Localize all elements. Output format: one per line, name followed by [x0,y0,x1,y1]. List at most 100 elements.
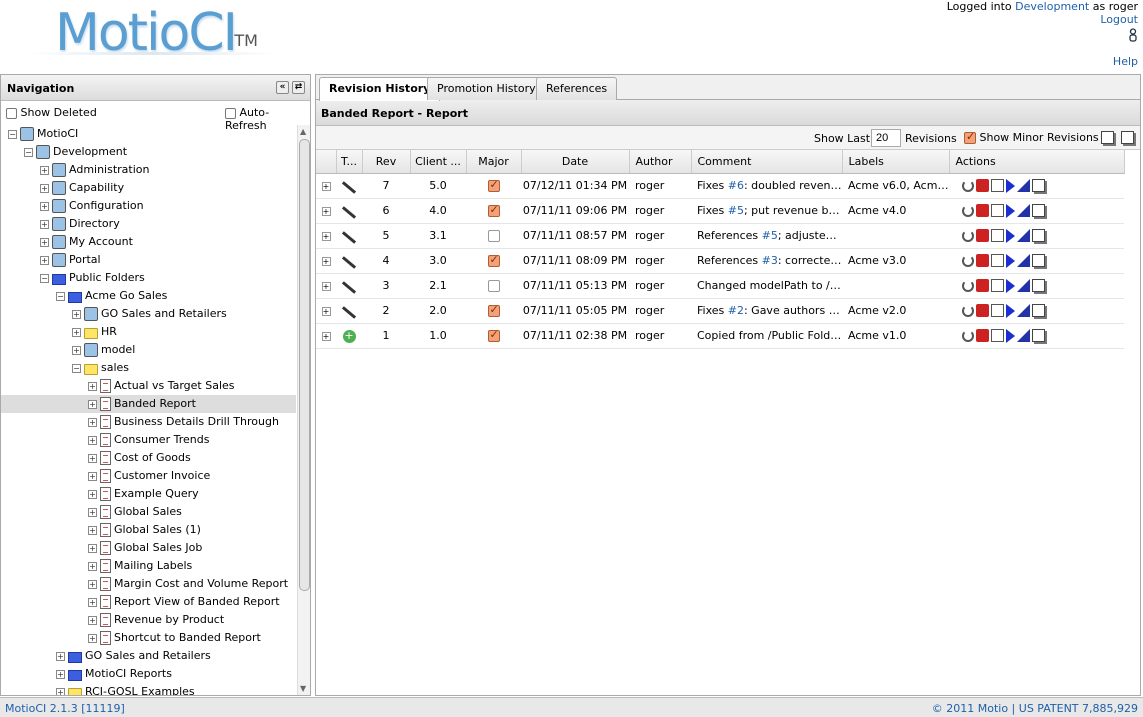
view-spec-icon[interactable] [991,254,1004,267]
run-icon[interactable] [1006,203,1015,218]
major-checkbox[interactable] [487,280,500,292]
auto-refresh-checkbox[interactable] [225,107,236,119]
expand-icon[interactable]: + [40,165,49,175]
tree-node[interactable]: + Shortcut to Banded Report [1,629,296,647]
tree-scrollbar[interactable]: ▲ ▼ [297,125,310,695]
environment-link[interactable]: Development [1015,0,1089,13]
major-checkbox[interactable] [487,328,500,342]
compare-icon[interactable] [1121,131,1134,144]
restore-icon[interactable] [962,229,974,242]
analyze-icon[interactable] [1017,279,1030,292]
tree-node[interactable]: + RCI-GOSL Examples [1,683,296,695]
show-minor-checkbox[interactable] [964,130,976,144]
major-checkbox[interactable] [487,253,500,267]
tree-node[interactable]: + Configuration [1,197,296,215]
tree-node[interactable]: + My Account [1,233,296,251]
tab-promotion-history[interactable]: Promotion History [427,77,546,100]
run-icon[interactable] [1006,253,1015,268]
table-row[interactable]: +75.007/12/11 01:34 PMrogerFixes #6: dou… [316,173,1124,199]
tree-node[interactable]: + Customer Invoice [1,467,296,485]
expand-icon[interactable]: + [72,327,81,337]
analyze-icon[interactable] [1017,254,1030,267]
tree-node[interactable]: + HR [1,323,296,341]
promote-icon[interactable] [976,254,989,267]
column-header-author[interactable]: Author [629,150,692,174]
tree-node[interactable]: − MotioCI [1,125,296,143]
promote-icon[interactable] [976,204,989,217]
view-spec-icon[interactable] [991,329,1004,342]
analyze-icon[interactable] [1017,179,1030,192]
expand-icon[interactable]: + [88,453,97,463]
show-last-input[interactable] [871,129,901,147]
tree-node[interactable]: + Portal [1,251,296,269]
expand-icon[interactable]: + [88,399,97,409]
expand-icon[interactable]: + [56,687,65,695]
column-header-date[interactable]: Date [521,150,630,174]
restore-icon[interactable] [962,304,974,317]
comment-issue-link[interactable]: #5 [762,229,778,242]
promote-icon[interactable] [976,229,989,242]
tree-node[interactable]: + Actual vs Target Sales [1,377,296,395]
refresh-tree-icon[interactable]: ⇄ [292,81,305,94]
tree-node[interactable]: + Administration [1,161,296,179]
expand-icon[interactable]: + [40,219,49,229]
comment-issue-link[interactable]: #5 [728,204,744,217]
promote-icon[interactable] [976,304,989,317]
promote-icon[interactable] [976,179,989,192]
restore-icon[interactable] [962,279,974,292]
tree-node[interactable]: − Public Folders [1,269,296,287]
promote-icon[interactable] [976,329,989,342]
restore-icon[interactable] [962,254,974,267]
major-checkbox[interactable] [487,230,500,242]
row-expand-icon[interactable]: + [321,182,331,191]
view-spec-icon[interactable] [991,279,1004,292]
row-expand-icon[interactable]: + [321,282,331,291]
major-checkbox[interactable] [487,303,500,317]
column-header-labels[interactable]: Labels [842,150,950,174]
table-row[interactable]: + +11.0 07/11/11 02:38 PMroger Copied from … [316,323,1124,349]
collapse-icon[interactable]: − [72,363,81,373]
copy-icon[interactable] [1032,254,1045,267]
expand-icon[interactable]: + [88,417,97,427]
expand-icon[interactable]: + [40,237,49,247]
tree-node[interactable]: + Margin Cost and Volume Report [1,575,296,593]
tree-node[interactable]: + Mailing Labels [1,557,296,575]
table-row[interactable]: +43.007/11/11 08:09 PMrogerReferences #3… [316,248,1124,274]
scrollbar-thumb[interactable] [299,139,310,591]
copy-icon[interactable] [1032,279,1045,292]
tree-node[interactable]: + Capability [1,179,296,197]
expand-icon[interactable]: + [56,651,65,661]
copy-icon[interactable] [1032,179,1045,192]
expand-icon[interactable]: + [88,381,97,391]
tree-node[interactable]: + Business Details Drill Through [1,413,296,431]
view-spec-icon[interactable] [991,304,1004,317]
expand-icon[interactable]: + [88,597,97,607]
logout-link[interactable]: Logout [1100,13,1138,26]
collapse-icon[interactable]: − [40,273,49,283]
help-link[interactable]: Help [1113,55,1138,68]
copy-icon[interactable] [1032,229,1045,242]
tree-node[interactable]: + Revenue by Product [1,611,296,629]
expand-icon[interactable]: + [56,669,65,679]
comment-issue-link[interactable]: #2 [728,304,744,317]
promote-icon[interactable] [976,279,989,292]
restore-icon[interactable] [962,329,974,342]
tree-node[interactable]: + GO Sales and Retailers [1,647,296,665]
table-row[interactable]: +64.007/11/11 09:06 PMrogerFixes #5; put… [316,198,1124,224]
show-deleted-checkbox[interactable] [6,107,17,119]
major-checkbox[interactable] [487,203,500,217]
column-header-major[interactable]: Major [466,150,522,174]
tree-node[interactable]: + MotioCI Reports [1,665,296,683]
view-spec-icon[interactable] [991,204,1004,217]
collapse-panel-icon[interactable]: « [276,81,289,94]
expand-icon[interactable]: + [88,435,97,445]
restore-icon[interactable] [962,204,974,217]
major-checkbox[interactable] [487,178,500,192]
tree-node[interactable]: + Banded Report [1,395,296,413]
comment-issue-link[interactable]: #3 [762,254,778,267]
tree-node[interactable]: − Development [1,143,296,161]
scroll-down-icon[interactable]: ▼ [300,684,306,693]
analyze-icon[interactable] [1017,304,1030,317]
comment-issue-link[interactable]: #6 [728,179,744,192]
tree-node[interactable]: + Global Sales (1) [1,521,296,539]
